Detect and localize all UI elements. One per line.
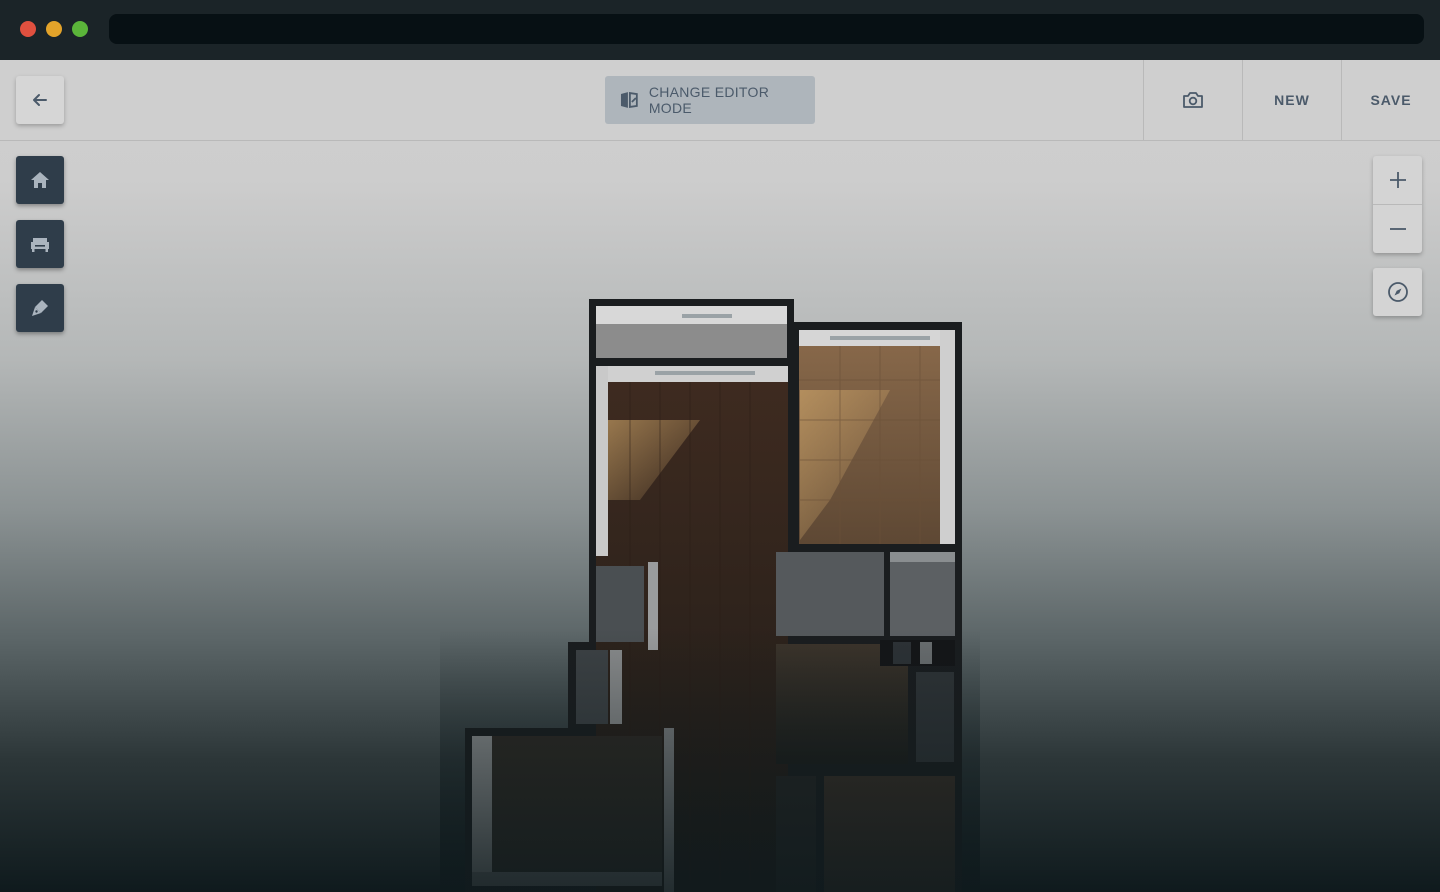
plus-icon — [1389, 172, 1406, 188]
home-tool-button[interactable] — [16, 156, 64, 204]
zoom-in-button[interactable] — [1373, 156, 1422, 204]
editor-toolbar: CHANGE EDITOR MODE NEW SAVE — [0, 60, 1440, 141]
paint-tool-button[interactable] — [16, 284, 64, 332]
address-bar[interactable] — [109, 14, 1424, 44]
minimize-window-button[interactable] — [46, 21, 62, 37]
zoom-controls — [1373, 156, 1422, 253]
window-titlebar — [0, 0, 1440, 60]
camera-icon — [1183, 92, 1203, 108]
screenshot-button[interactable] — [1143, 60, 1242, 140]
paint-brush-icon — [32, 300, 48, 316]
compass-icon — [1387, 282, 1408, 302]
save-button[interactable]: SAVE — [1341, 60, 1440, 140]
maximize-window-button[interactable] — [72, 21, 88, 37]
home-icon — [31, 172, 49, 188]
change-editor-mode-label: CHANGE EDITOR MODE — [648, 84, 770, 116]
back-button[interactable] — [16, 76, 64, 124]
zoom-out-button[interactable] — [1373, 204, 1422, 252]
3d-viewport[interactable]: CHANGE EDITOR MODE NEW SAVE — [0, 60, 1440, 892]
editor-mode-icon — [620, 92, 638, 108]
reset-orientation-button[interactable] — [1373, 268, 1422, 316]
furniture-tool-button[interactable] — [16, 220, 64, 268]
arrow-left-icon — [33, 94, 47, 106]
sofa-icon — [31, 238, 49, 252]
minus-icon — [1389, 227, 1406, 230]
close-window-button[interactable] — [20, 21, 36, 37]
change-editor-mode-button[interactable]: CHANGE EDITOR MODE — [605, 76, 815, 124]
new-button[interactable]: NEW — [1242, 60, 1341, 140]
floor-plan-render[interactable] — [440, 220, 980, 892]
